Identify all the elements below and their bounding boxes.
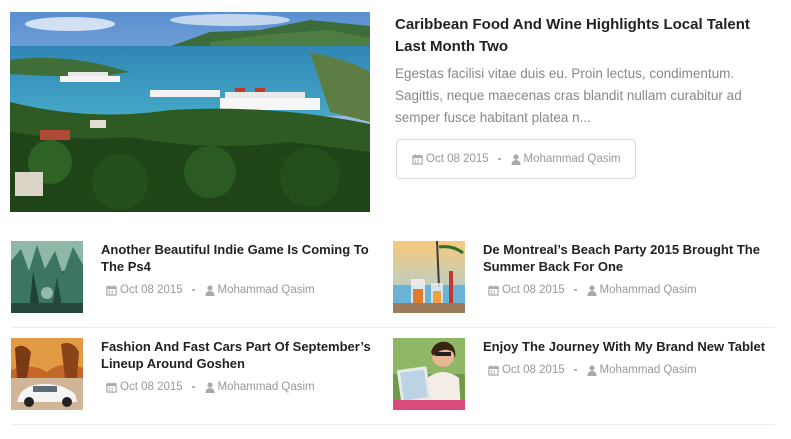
post-title[interactable]: De Montreal’s Beach Party 2015 Brought T… [483, 241, 773, 275]
meta-separator: - [573, 284, 578, 296]
calendar-icon [106, 284, 117, 296]
post-date: Oct 08 2015 [426, 153, 489, 165]
post-thumbnail[interactable] [393, 241, 465, 313]
post-thumbnail[interactable] [11, 241, 83, 313]
post-author[interactable]: Mohammad Qasim [600, 364, 697, 376]
list-item: Enjoy The Journey With My Brand New Tabl… [393, 338, 773, 410]
featured-image[interactable] [10, 12, 370, 212]
post-author[interactable]: Mohammad Qasim [600, 284, 697, 296]
post-date: Oct 08 2015 [120, 284, 183, 296]
user-icon [205, 381, 215, 393]
user-icon [511, 153, 521, 165]
meta-separator: - [191, 381, 196, 393]
meta-separator: - [497, 153, 502, 165]
list-item: Fashion And Fast Cars Part Of September’… [11, 338, 391, 410]
list-item: De Montreal’s Beach Party 2015 Brought T… [393, 241, 773, 313]
meta-separator: - [191, 284, 196, 296]
calendar-icon [488, 284, 499, 296]
post-author[interactable]: Mohammad Qasim [218, 381, 315, 393]
calendar-icon [106, 381, 117, 393]
post-date: Oct 08 2015 [120, 381, 183, 393]
divider [11, 327, 775, 328]
post-date: Oct 08 2015 [502, 364, 565, 376]
calendar-icon [412, 153, 423, 165]
user-icon [587, 364, 597, 376]
featured-title[interactable]: Caribbean Food And Wine Highlights Local… [395, 14, 775, 58]
list-item: Another Beautiful Indie Game Is Coming T… [11, 241, 391, 313]
post-thumbnail[interactable] [11, 338, 83, 410]
post-title[interactable]: Another Beautiful Indie Game Is Coming T… [101, 241, 391, 275]
post-author[interactable]: Mohammad Qasim [524, 153, 621, 165]
divider [11, 424, 775, 425]
user-icon [205, 284, 215, 296]
meta-separator: - [573, 364, 578, 376]
featured-meta: Oct 08 2015 - Mohammad Qasim [396, 139, 636, 179]
post-date: Oct 08 2015 [502, 284, 565, 296]
post-thumbnail[interactable] [393, 338, 465, 410]
post-title[interactable]: Fashion And Fast Cars Part Of September’… [101, 338, 391, 372]
user-icon [587, 284, 597, 296]
post-title[interactable]: Enjoy The Journey With My Brand New Tabl… [483, 338, 773, 355]
post-author[interactable]: Mohammad Qasim [218, 284, 315, 296]
calendar-icon [488, 364, 499, 376]
featured-excerpt: Egestas facilisi vitae duis eu. Proin le… [395, 66, 742, 125]
